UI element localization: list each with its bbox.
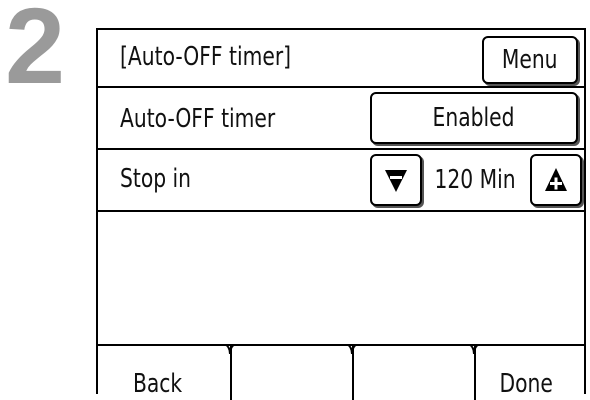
auto-off-value: Enabled (433, 103, 515, 133)
auto-off-label: Auto-OFF timer (120, 104, 276, 134)
increase-button[interactable] (530, 154, 582, 206)
triangle-up-plus-icon (545, 168, 567, 191)
back-button-label: Back (133, 369, 183, 399)
stop-in-stepper: 120 Min (370, 154, 582, 206)
stop-in-row: Stop in 120 Min (98, 150, 584, 212)
triangle-down-minus-icon (385, 170, 407, 192)
step-number: 2 (5, 0, 66, 106)
done-button-label: Done (499, 369, 553, 399)
decrease-button[interactable] (370, 154, 422, 206)
title-row: [Auto-OFF timer] Menu (98, 30, 584, 88)
auto-off-row: Auto-OFF timer Enabled (98, 88, 584, 150)
menu-button[interactable]: Menu (482, 36, 578, 84)
stop-in-value: 120 Min (434, 165, 516, 195)
stop-in-label: Stop in (120, 164, 192, 194)
soft-key-bar: Back Done (98, 344, 584, 400)
controller-screen: [Auto-OFF timer] Menu Auto-OFF timer Ena… (96, 28, 586, 400)
stop-in-value-display: 120 Min (426, 158, 524, 202)
divider-notch (224, 344, 236, 354)
done-button[interactable]: Done (466, 346, 586, 400)
divider-notch (346, 344, 358, 354)
menu-button-label: Menu (502, 45, 558, 75)
soft-key-2[interactable] (218, 346, 342, 400)
soft-key-3[interactable] (342, 346, 466, 400)
back-button[interactable]: Back (98, 346, 218, 400)
auto-off-toggle-button[interactable]: Enabled (370, 92, 578, 144)
screen-title: [Auto-OFF timer] (120, 42, 292, 72)
divider-notch (468, 344, 480, 354)
